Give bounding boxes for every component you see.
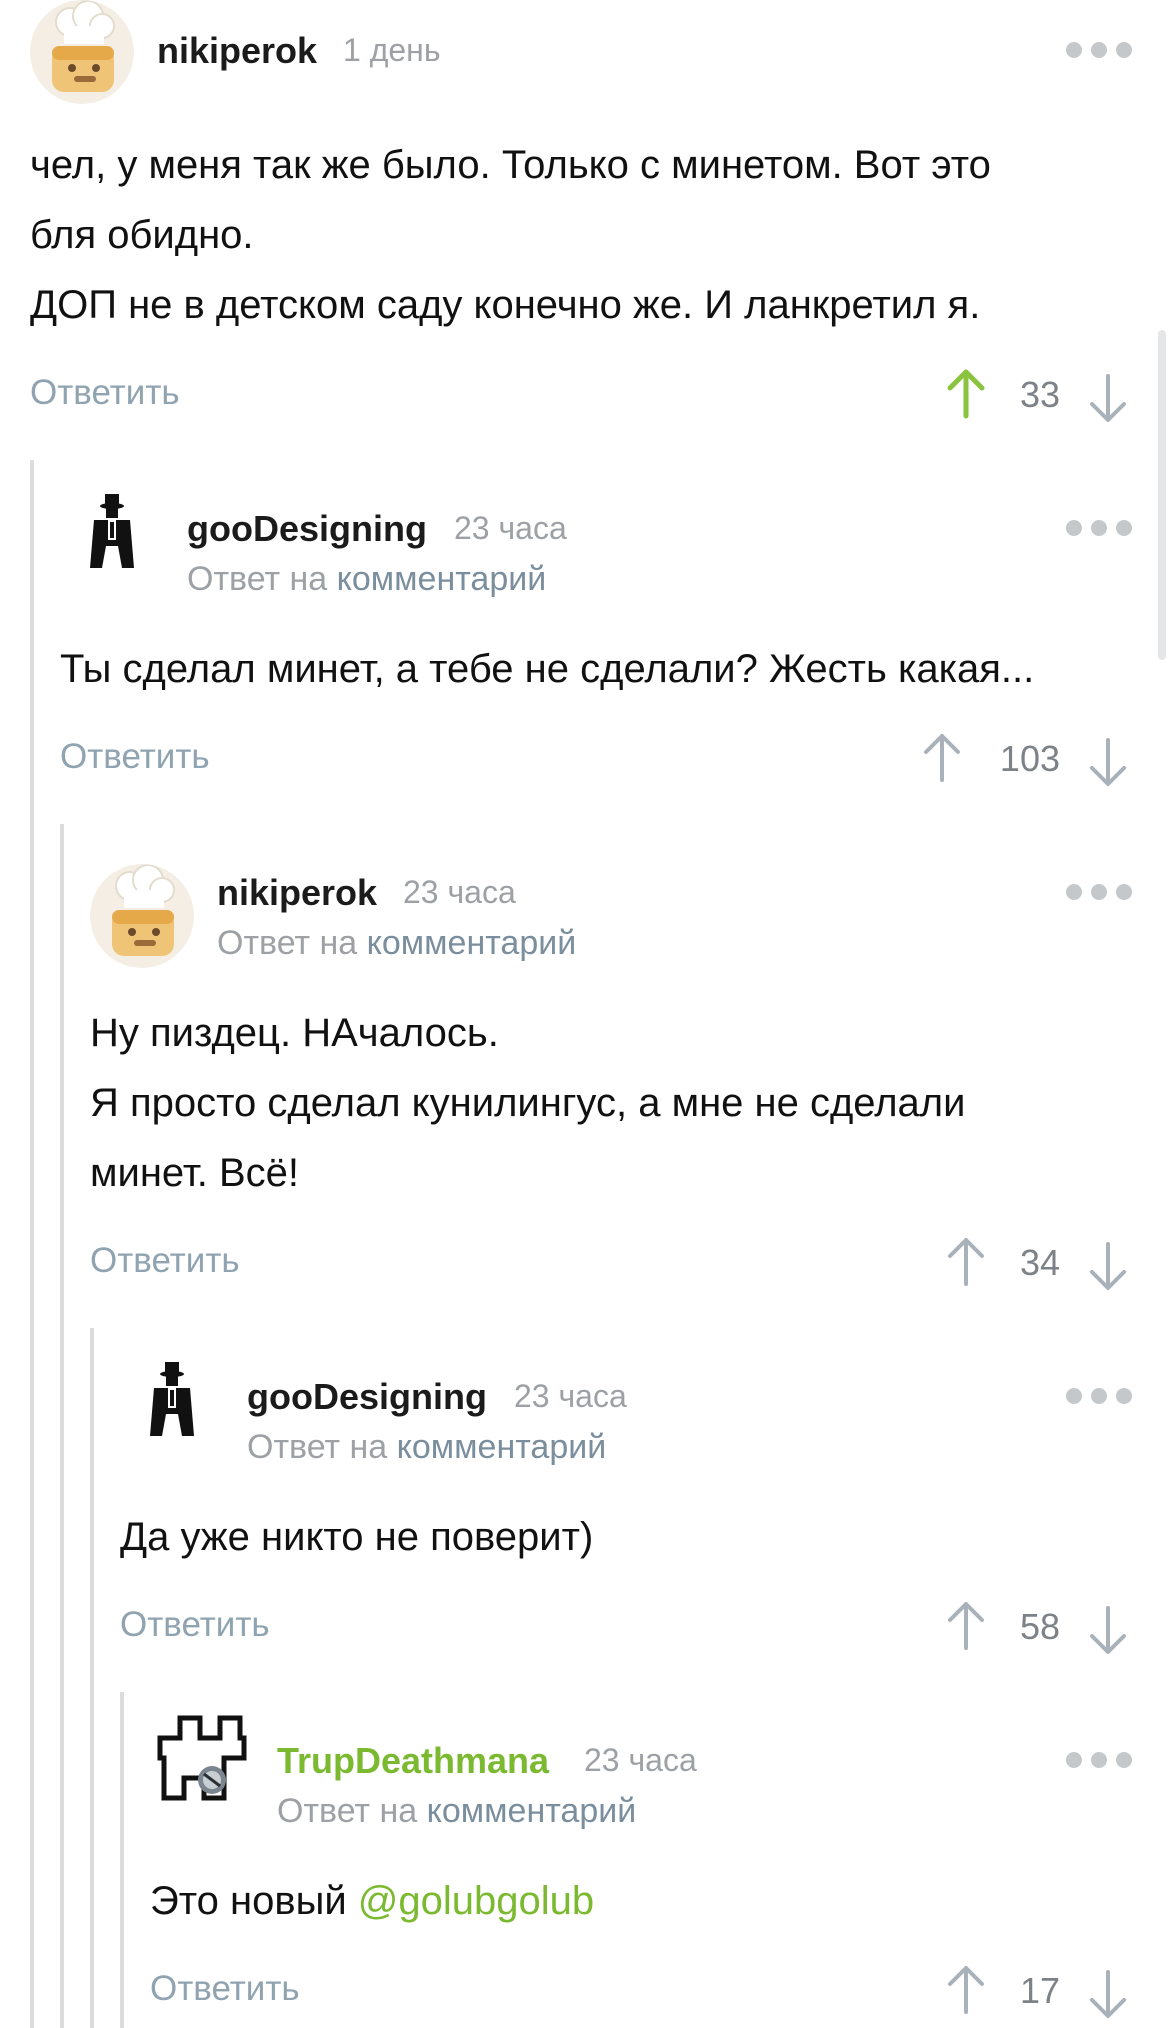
- comment-line: Это новый @golubgolub: [150, 1866, 594, 1936]
- username[interactable]: nikiperok: [157, 30, 317, 72]
- thread-line: [120, 1692, 124, 2028]
- reply-to-prefix: Ответ на: [217, 924, 358, 962]
- comment-time: 23 часа: [454, 510, 567, 546]
- comment-body: Да уже никто не поверит): [120, 1502, 593, 1572]
- comment-time: 23 часа: [514, 1378, 627, 1414]
- comment-time: 23 часа: [403, 874, 516, 910]
- vote-score: 17: [1019, 1970, 1060, 2011]
- thread-line: [60, 824, 64, 2028]
- vote-score: 33: [1019, 374, 1060, 415]
- comment-line: бля обидно.: [30, 213, 254, 257]
- vote-score: 103: [999, 738, 1060, 779]
- downvote-arrow-icon[interactable]: [1086, 372, 1130, 424]
- man-in-hat-silhouette-avatar-icon: [90, 494, 134, 568]
- chef-hat-toast-avatar-icon: [90, 864, 194, 968]
- reply-to-prefix: Ответ на: [277, 1792, 418, 1830]
- user-avatar[interactable]: [60, 476, 164, 580]
- comment-line: ДОП не в детском саду конечно же. И ланк…: [30, 283, 981, 327]
- username[interactable]: gooDesigning: [247, 1376, 487, 1418]
- more-options-icon[interactable]: [1066, 1388, 1132, 1406]
- vote-score: 34: [1019, 1242, 1060, 1283]
- reply-to-comment-link[interactable]: комментарий: [367, 924, 577, 962]
- username[interactable]: gooDesigning: [187, 508, 427, 550]
- reply-to-comment-link[interactable]: комментарий: [427, 1792, 637, 1830]
- comment-text: Это новый: [150, 1879, 358, 1923]
- comment-line: минет. Всё!: [90, 1151, 300, 1195]
- more-options-icon[interactable]: [1066, 884, 1132, 902]
- reply-to-label: Ответ на комментарий: [187, 560, 546, 599]
- downvote-arrow-icon[interactable]: [1086, 1240, 1130, 1292]
- downvote-arrow-icon[interactable]: [1086, 1604, 1130, 1656]
- comment-1: nikiperok 1 день чел, у меня так же было…: [0, 0, 1170, 430]
- user-avatar[interactable]: [150, 1708, 254, 1812]
- reply-to-label: Ответ на комментарий: [247, 1428, 606, 1467]
- comment-time: 1 день: [343, 32, 441, 68]
- user-avatar[interactable]: [90, 864, 194, 968]
- reply-to-prefix: Ответ на: [187, 560, 328, 598]
- username[interactable]: nikiperok: [217, 872, 377, 914]
- username[interactable]: TrupDeathmana: [277, 1740, 549, 1782]
- user-avatar[interactable]: [120, 1344, 224, 1448]
- reply-button[interactable]: Ответить: [30, 373, 180, 413]
- man-in-hat-silhouette-avatar-icon: [150, 1362, 194, 1436]
- comment-body: Ты сделал минет, а тебе не сделали? Жест…: [60, 634, 1034, 704]
- reply-to-prefix: Ответ на: [247, 1428, 388, 1466]
- reply-to-comment-link[interactable]: комментарий: [397, 1428, 607, 1466]
- more-options-icon[interactable]: [1066, 42, 1132, 60]
- more-options-icon[interactable]: [1066, 520, 1132, 538]
- user-avatar[interactable]: [30, 0, 134, 104]
- chef-hat-toast-avatar-icon: [30, 0, 134, 104]
- comment-body: Ну пиздец. НАчалось. Я просто сделал кун…: [90, 998, 966, 1208]
- comment-body: чел, у меня так же было. Только с минето…: [30, 130, 991, 340]
- reply-button[interactable]: Ответить: [150, 1969, 300, 2009]
- comment-body: Это новый @golubgolub: [150, 1866, 594, 1936]
- reply-button[interactable]: Ответить: [90, 1241, 240, 1281]
- reply-to-label: Ответ на комментарий: [217, 924, 576, 963]
- comment-line: Да уже никто не поверит): [120, 1515, 594, 1559]
- thread-line: [90, 1328, 94, 2028]
- reply-button[interactable]: Ответить: [60, 737, 210, 777]
- comment-line: Ты сделал минет, а тебе не сделали? Жест…: [60, 647, 1035, 691]
- upvote-arrow-icon[interactable]: [920, 732, 964, 784]
- reply-to-comment-link[interactable]: комментарий: [337, 560, 547, 598]
- downvote-arrow-icon[interactable]: [1086, 1968, 1130, 2020]
- comment-time: 23 часа: [584, 1742, 697, 1778]
- thread-line: [30, 460, 34, 2028]
- comment-line: Я просто сделал кунилингус, а мне не сде…: [90, 1081, 966, 1125]
- more-options-icon[interactable]: [1066, 1752, 1132, 1770]
- comment-line: чел, у меня так же было. Только с минето…: [30, 143, 991, 187]
- comment-line: Ну пиздец. НАчалось.: [90, 1011, 499, 1055]
- band-logo-avatar-icon: [157, 1715, 247, 1801]
- user-mention-link[interactable]: @golubgolub: [358, 1879, 594, 1923]
- reply-button[interactable]: Ответить: [120, 1605, 270, 1645]
- scrollbar-thumb[interactable]: [1158, 330, 1166, 660]
- reply-to-label: Ответ на комментарий: [277, 1792, 636, 1831]
- downvote-arrow-icon[interactable]: [1086, 736, 1130, 788]
- vote-score: 58: [1019, 1606, 1060, 1647]
